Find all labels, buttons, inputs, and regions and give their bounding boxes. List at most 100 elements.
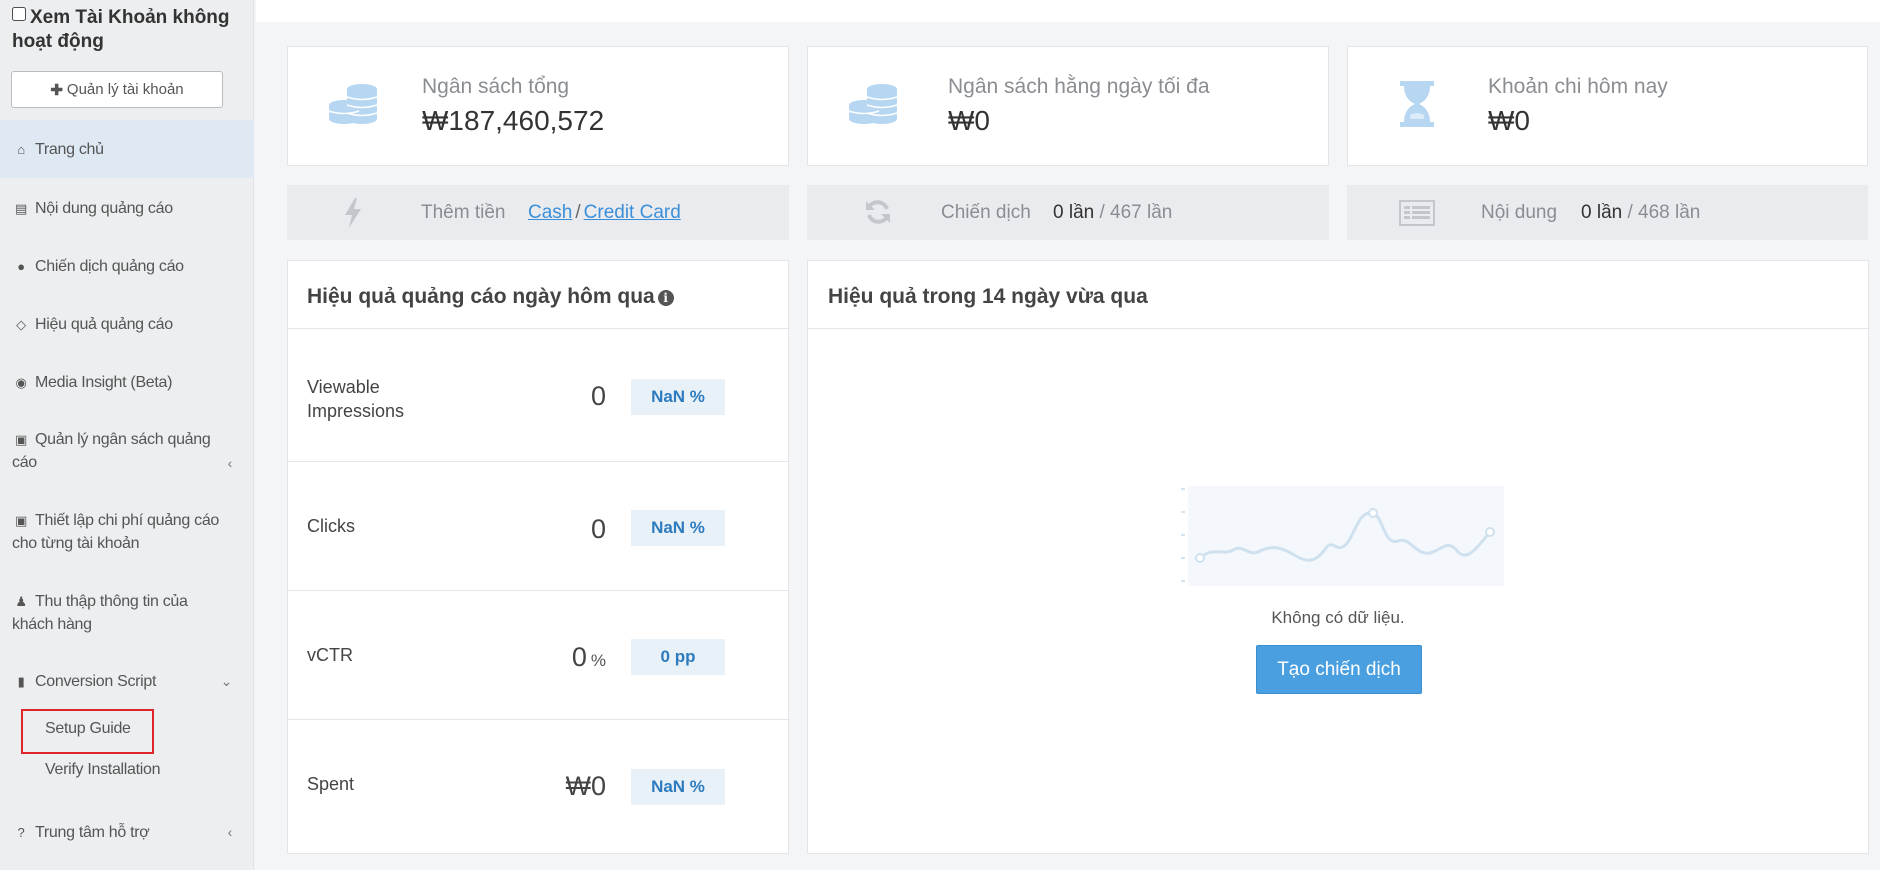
inactive-accounts-label: Xem Tài Khoản không hoạt động <box>12 7 230 52</box>
ad-content-icon: ▤ <box>15 201 27 216</box>
metric-number: 0 <box>590 381 606 411</box>
sidebar-item-ad-content[interactable]: ▤ Nội dung quảng cáo <box>0 197 254 220</box>
sidebar-item-label: Thu thập thông tin của khách hàng <box>12 593 188 633</box>
metric-label: Clicks <box>307 516 355 536</box>
sidebar-item-label: Nội dung quảng cáo <box>35 200 173 217</box>
payment-links: Cash / Credit Card <box>528 202 681 224</box>
add-money-strip: Thêm tiền Cash / Credit Card <box>287 185 789 240</box>
yesterday-performance-header: Hiệu quả quảng cáo ngày hôm qua i <box>288 261 788 329</box>
empty-chart-illustration <box>1181 486 1504 586</box>
cash-link[interactable]: Cash <box>528 202 572 223</box>
sidebar-item-label: Trung tâm hỗ trợ <box>35 824 150 841</box>
metric-value: 0% <box>572 642 606 673</box>
hourglass-icon <box>1400 81 1434 127</box>
setup-guide-highlight <box>21 709 154 754</box>
sidebar-item-home[interactable]: ⌂ Trang chủ <box>0 120 254 178</box>
campaign-total: / 467 lần <box>1099 202 1173 223</box>
total-budget-label: Ngân sách tổng <box>422 75 570 98</box>
sidebar-subitem-verify-installation[interactable]: Verify Installation <box>45 761 161 779</box>
sidebar-item-label: Media Insight (Beta) <box>35 374 173 391</box>
add-money-label: Thêm tiền <box>421 202 506 223</box>
trend-card: Hiệu quả trong 14 ngày vừa qua Không có … <box>807 260 1869 854</box>
credit-card-link[interactable]: Credit Card <box>584 202 681 223</box>
daily-budget-label: Ngân sách hằng ngày tối đa <box>948 75 1210 98</box>
sidebar-item-campaigns[interactable]: ● Chiến dịch quảng cáo <box>0 255 254 278</box>
campaign-label: Chiến dịch <box>941 202 1031 223</box>
metric-number: ₩0 <box>565 771 607 801</box>
today-spend-label: Khoản chi hôm nay <box>1488 75 1668 98</box>
metric-number: 0 <box>590 514 606 544</box>
metric-change-badge: 0 pp <box>631 639 725 675</box>
no-data-text: Không có dữ liệu. <box>1271 608 1405 627</box>
metric-row-vctr: vCTR 0% 0 pp <box>288 591 788 720</box>
yesterday-performance-card: Hiệu quả quảng cáo ngày hôm qua i Viewabl… <box>287 260 789 854</box>
inactive-accounts-checkbox[interactable] <box>12 7 26 21</box>
trend-title: Hiệu quả trong 14 ngày vừa qua <box>828 285 1148 308</box>
link-separator: / <box>575 202 581 223</box>
metric-label: Viewable Impressions <box>307 377 405 421</box>
trend-header: Hiệu quả trong 14 ngày vừa qua <box>808 261 1868 329</box>
sidebar-item-media-insight[interactable]: ◉ Media Insight (Beta) <box>0 371 254 394</box>
yesterday-performance-title: Hiệu quả quảng cáo ngày hôm qua <box>307 285 655 308</box>
globe-icon: ● <box>17 259 25 274</box>
question-icon: ? <box>17 825 25 840</box>
chevron-left-icon: ‹ <box>227 824 233 840</box>
total-budget-value: ₩187,460,572 <box>422 105 605 136</box>
content-list-icon <box>1399 200 1435 226</box>
top-bar <box>256 0 1880 22</box>
metric-change-badge: NaN % <box>631 769 725 805</box>
daily-budget-card: Ngân sách hằng ngày tối đa ₩0 <box>807 46 1329 166</box>
sidebar-item-label: Quản lý ngân sách quảng cáo <box>12 431 211 471</box>
sidebar-item-ad-performance[interactable]: ◇ Hiệu quả quảng cáo <box>0 313 254 336</box>
metric-value: 0 <box>591 514 606 545</box>
metric-label: vCTR <box>307 645 353 665</box>
users-icon: ♟ <box>15 594 27 609</box>
refresh-icon <box>866 200 890 224</box>
metric-row-clicks: Clicks 0 NaN % <box>288 462 788 591</box>
manage-accounts-label: Quản lý tài khoản <box>66 81 184 98</box>
today-spend-card: Khoản chi hôm nay ₩0 <box>1347 46 1868 166</box>
content-strip: Nội dung 0 lần / 468 lần <box>1347 185 1868 240</box>
money-icon: ▣ <box>15 513 27 528</box>
metric-row-spent: Spent ₩0 NaN % <box>288 720 788 853</box>
sidebar-item-support-center[interactable]: ? Trung tâm hỗ trợ ‹ <box>0 821 254 844</box>
metric-label: Spent <box>307 774 355 794</box>
create-campaign-button[interactable]: Tạo chiến dịch <box>1256 645 1422 694</box>
money-icon: ▣ <box>15 432 27 447</box>
plus-icon: ✚ <box>50 81 63 99</box>
diamond-icon: ◇ <box>16 317 26 332</box>
lightning-icon <box>345 198 361 228</box>
campaign-strip: Chiến dịch 0 lần / 467 lần <box>807 185 1329 240</box>
inactive-accounts-toggle[interactable]: Xem Tài Khoản không hoạt động <box>0 0 253 54</box>
metric-change-badge: NaN % <box>631 379 725 415</box>
sidebar-item-label: Thiết lập chi phí quảng cáo cho từng tài… <box>12 512 220 552</box>
today-spend-value: ₩0 <box>1488 105 1530 136</box>
content-count-value: 0 lần <box>1581 202 1623 223</box>
campaign-count-value: 0 lần <box>1053 202 1095 223</box>
metric-number: 0 <box>571 642 587 672</box>
sidebar-item-customer-data[interactable]: ♟ Thu thập thông tin của khách hàng <box>0 590 254 636</box>
sidebar-item-label: Hiệu quả quảng cáo <box>35 316 173 333</box>
sidebar-item-label: Trang chủ <box>35 141 104 158</box>
content-count: 0 lần / 468 lần <box>1581 202 1700 224</box>
coins-icon <box>848 84 898 124</box>
sidebar: Xem Tài Khoản không hoạt động ✚ Quản lý … <box>0 0 254 870</box>
coins-icon <box>328 84 378 124</box>
sidebar-item-conversion-script[interactable]: ▮ Conversion Script ⌄ <box>0 670 254 693</box>
sidebar-item-label: Chiến dịch quảng cáo <box>35 258 184 275</box>
daily-budget-value: ₩0 <box>948 105 990 136</box>
sidebar-item-account-cost-settings[interactable]: ▣ Thiết lập chi phí quảng cáo cho từng tà… <box>0 509 254 555</box>
metric-unit: % <box>590 651 606 670</box>
metric-value: ₩0 <box>566 771 607 802</box>
total-budget-card: Ngân sách tổng ₩187,460,572 <box>287 46 789 166</box>
home-icon: ⌂ <box>17 142 25 157</box>
campaign-count: 0 lần / 467 lần <box>1053 202 1172 224</box>
chevron-left-icon: ‹ <box>227 455 233 471</box>
metric-change-badge: NaN % <box>631 510 725 546</box>
sidebar-item-budget-management[interactable]: ▣ Quản lý ngân sách quảng cáo ‹ <box>0 428 254 474</box>
eye-icon: ◉ <box>15 375 27 390</box>
manage-accounts-button[interactable]: ✚ Quản lý tài khoản <box>11 71 223 108</box>
info-icon[interactable]: i <box>657 290 674 306</box>
metric-row-viewable-impressions: Viewable Impressions 0 NaN % <box>288 329 788 462</box>
metric-value: 0 <box>591 381 606 412</box>
